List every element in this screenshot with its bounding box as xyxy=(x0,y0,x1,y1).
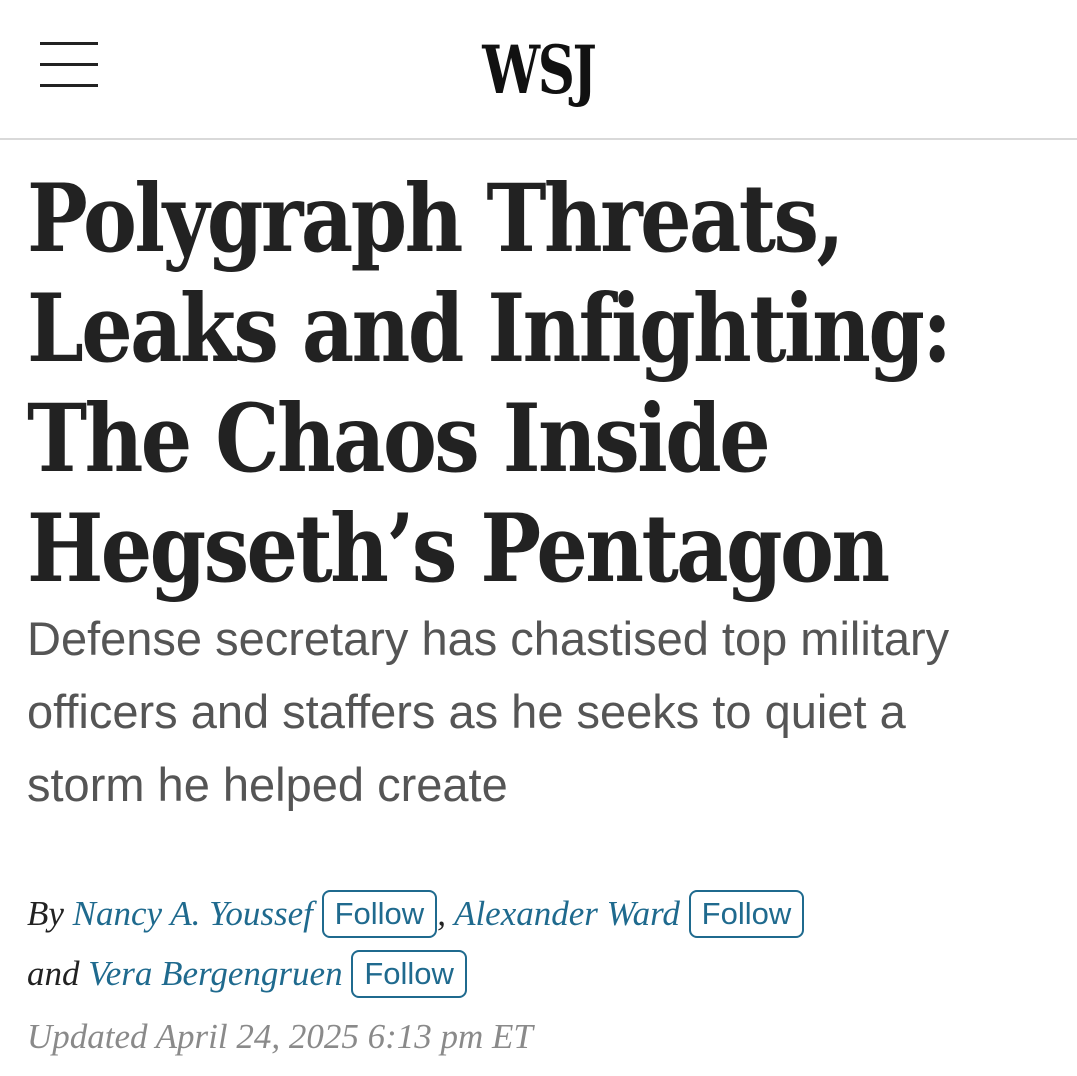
wsj-logo[interactable]: WSJ xyxy=(118,30,958,110)
byline-row: By Nancy A. Youssef Follow, Alexander Wa… xyxy=(27,884,1067,944)
article-summary: Defense secretary has chastised top mili… xyxy=(27,602,1057,821)
byline: By Nancy A. Youssef Follow, Alexander Wa… xyxy=(27,884,1067,1004)
headline-line: Leaks and Infighting: xyxy=(27,274,952,384)
menu-line xyxy=(40,84,98,87)
follow-button-alexander-ward[interactable]: Follow xyxy=(688,889,805,938)
headline-line: Polygraph Threats, xyxy=(27,164,845,274)
headline-line: Hegseth’s Pentagon xyxy=(27,494,890,604)
author-link-nancy-youssef[interactable]: Nancy A. Youssef xyxy=(73,894,313,933)
follow-button-vera-bergengruen[interactable]: Follow xyxy=(351,949,467,998)
hamburger-menu-icon[interactable] xyxy=(40,42,98,88)
updated-timestamp: Updated April 24, 2025 6:13 pm ET xyxy=(27,1017,533,1056)
summary-line: storm he helped create xyxy=(27,758,508,811)
headline-line: The Chaos Inside xyxy=(27,384,771,494)
byline-row: and Vera Bergengruen Follow xyxy=(27,944,1067,1004)
article-headline: Polygraph Threats, Leaks and Infighting:… xyxy=(27,164,952,604)
menu-line xyxy=(40,63,98,66)
top-navigation-bar: WSJ xyxy=(0,0,1077,140)
summary-line: Defense secretary has chastised top mili… xyxy=(27,612,950,665)
summary-line: officers and staffers as he seeks to qui… xyxy=(27,685,906,738)
menu-line xyxy=(40,42,98,45)
author-link-alexander-ward[interactable]: Alexander Ward xyxy=(454,894,680,933)
follow-button-nancy-youssef[interactable]: Follow xyxy=(321,889,438,938)
by-label: By xyxy=(27,894,64,933)
and-label: and xyxy=(27,954,80,993)
author-separator: , xyxy=(437,894,446,933)
author-link-vera-bergengruen[interactable]: Vera Bergengruen xyxy=(88,954,342,993)
